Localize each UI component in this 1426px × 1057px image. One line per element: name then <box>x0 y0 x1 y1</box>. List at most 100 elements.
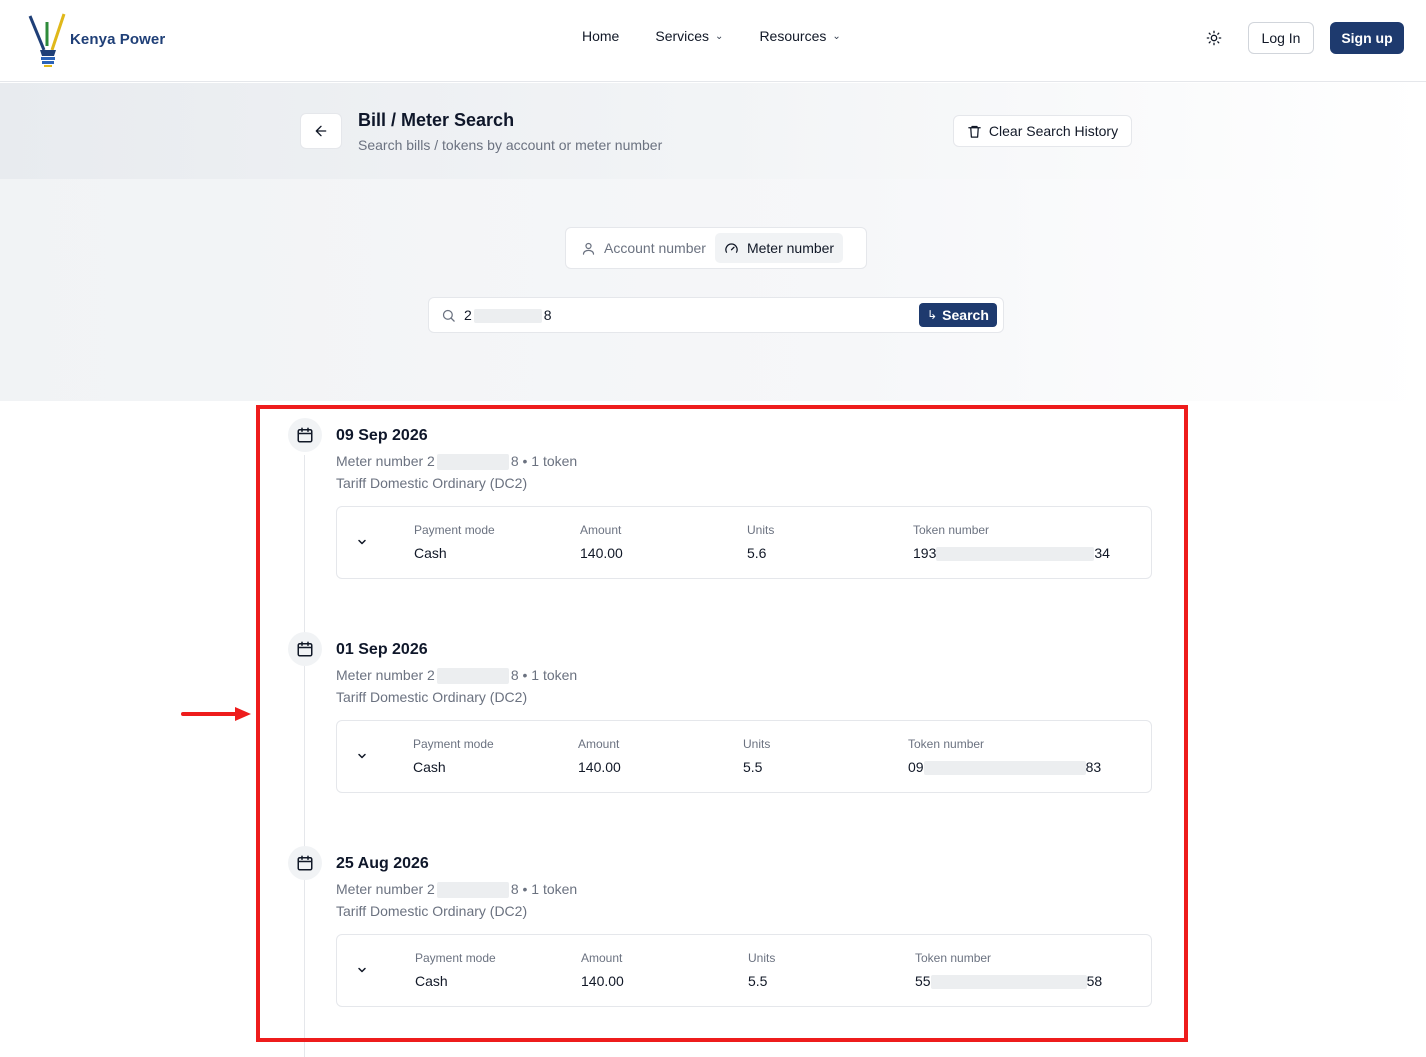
logo-bulb-icon <box>28 13 66 67</box>
nav-resources[interactable]: Resources ⌄ <box>759 28 840 44</box>
token-col: Token number 09 83 <box>908 737 1102 776</box>
amount-label: Amount <box>580 523 622 537</box>
token-value: 09 83 <box>908 759 1102 776</box>
page-title: Bill / Meter Search <box>358 110 515 130</box>
page-header-band <box>0 83 1426 179</box>
token-label: Token number <box>913 523 990 537</box>
amount-value: 140.00 <box>580 545 623 561</box>
token-card: Payment mode Cash Amount 140.00 Units 5.… <box>336 720 1152 793</box>
payment-mode-label: Payment mode <box>413 737 494 751</box>
token-suffix: 58 <box>1086 973 1103 989</box>
result-date: 09 Sep 2026 <box>336 427 428 444</box>
token-suffix: 83 <box>1085 759 1102 775</box>
units-label: Units <box>747 523 775 537</box>
chevron-down-icon <box>358 967 366 973</box>
search-button[interactable]: ↳ Search <box>919 303 997 327</box>
units-label: Units <box>743 737 771 751</box>
search-input[interactable]: 28 <box>464 306 904 324</box>
brand-name: Kenya Power <box>70 30 166 48</box>
calendar-icon <box>288 846 322 880</box>
nav-links: Home Services ⌄ Resources ⌄ <box>582 28 877 44</box>
units-label: Units <box>748 951 776 965</box>
meter-number-option[interactable]: Meter number <box>714 233 844 263</box>
timeline-line <box>304 455 305 1057</box>
nav-services-label: Services <box>655 28 710 44</box>
token-value: 193 34 <box>913 545 1110 562</box>
units-value: 5.6 <box>747 545 767 561</box>
result-date: 01 Sep 2026 <box>336 641 428 658</box>
payment-mode-label: Payment mode <box>414 523 495 537</box>
chevron-down-icon: ⌄ <box>832 30 841 42</box>
meter-prefix: Meter number 2 <box>336 667 435 683</box>
result-tariff: Tariff Domestic Ordinary (DC2) <box>336 689 528 705</box>
units-value: 5.5 <box>743 759 763 775</box>
amount-col: Amount 140.00 <box>580 523 623 561</box>
token-prefix: 55 <box>915 973 931 989</box>
units-col: Units 5.5 <box>743 737 770 775</box>
meter-prefix: Meter number 2 <box>336 881 435 897</box>
search-area <box>0 179 1426 401</box>
redacted-mask <box>923 761 1086 776</box>
result-tariff: Tariff Domestic Ordinary (DC2) <box>336 475 528 491</box>
back-button[interactable] <box>300 113 342 149</box>
account-number-label: Account number <box>604 240 706 256</box>
expand-button[interactable] <box>353 747 371 765</box>
chevron-down-icon <box>358 539 366 545</box>
amount-col: Amount 140.00 <box>578 737 621 775</box>
result-meta: Meter number 2 8 • 1 token <box>336 667 577 685</box>
redacted-mask <box>936 547 1095 562</box>
sun-icon <box>1206 30 1222 46</box>
theme-toggle-button[interactable] <box>1200 24 1228 52</box>
meter-number-label: Meter number <box>746 240 835 256</box>
signup-button[interactable]: Sign up <box>1330 22 1404 54</box>
chevron-down-icon <box>358 753 366 759</box>
search-icon <box>441 308 456 323</box>
payment-mode-col: Payment mode Cash <box>415 951 496 989</box>
expand-button[interactable] <box>353 961 371 979</box>
search-mode-toggle: Account number Meter number <box>565 227 867 269</box>
login-button[interactable]: Log In <box>1248 22 1314 54</box>
token-label: Token number <box>908 737 985 751</box>
calendar-icon <box>288 418 322 452</box>
payment-mode-value: Cash <box>414 545 447 561</box>
chevron-down-icon: ⌄ <box>715 30 724 42</box>
amount-value: 140.00 <box>578 759 621 775</box>
result-tariff: Tariff Domestic Ordinary (DC2) <box>336 903 528 919</box>
nav-home[interactable]: Home <box>582 28 619 44</box>
search-query-suffix: 8 <box>543 306 552 323</box>
meter-prefix: Meter number 2 <box>336 453 435 469</box>
clear-search-history-label: Clear Search History <box>988 123 1119 139</box>
clear-search-history-button[interactable]: Clear Search History <box>953 115 1132 147</box>
payment-mode-label: Payment mode <box>415 951 496 965</box>
token-prefix: 09 <box>908 759 924 775</box>
payment-mode-col: Payment mode Cash <box>413 737 494 775</box>
token-label: Token number <box>915 951 992 965</box>
token-card: Payment mode Cash Amount 140.00 Units 5.… <box>336 506 1152 579</box>
gauge-icon <box>725 242 738 253</box>
nav-home-label: Home <box>582 28 620 44</box>
token-value: 55 58 <box>915 973 1103 990</box>
kenya-power-logo[interactable]: Kenya Power <box>28 10 168 68</box>
amount-label: Amount <box>581 951 623 965</box>
corner-arrow-icon: ↳ <box>927 308 938 322</box>
meter-suffix: 8 • 1 token <box>510 453 578 469</box>
token-card: Payment mode Cash Amount 140.00 Units 5.… <box>336 934 1152 1007</box>
redacted-mask <box>436 668 509 685</box>
redacted-mask <box>473 309 542 324</box>
expand-button[interactable] <box>353 533 371 551</box>
search-query-prefix: 2 <box>464 306 472 323</box>
payment-mode-value: Cash <box>413 759 446 775</box>
redacted-mask <box>436 882 509 899</box>
redacted-mask <box>436 454 509 471</box>
trash-icon <box>968 125 981 138</box>
units-value: 5.5 <box>748 973 768 989</box>
nav-resources-label: Resources <box>759 28 827 44</box>
token-col: Token number 55 58 <box>915 951 1103 990</box>
amount-col: Amount 140.00 <box>581 951 624 989</box>
search-button-label: Search <box>942 307 989 323</box>
nav-services[interactable]: Services ⌄ <box>655 28 723 44</box>
token-prefix: 193 <box>913 545 937 561</box>
account-number-option[interactable]: Account number <box>572 233 715 263</box>
result-meta: Meter number 2 8 • 1 token <box>336 881 577 899</box>
payment-mode-value: Cash <box>415 973 448 989</box>
